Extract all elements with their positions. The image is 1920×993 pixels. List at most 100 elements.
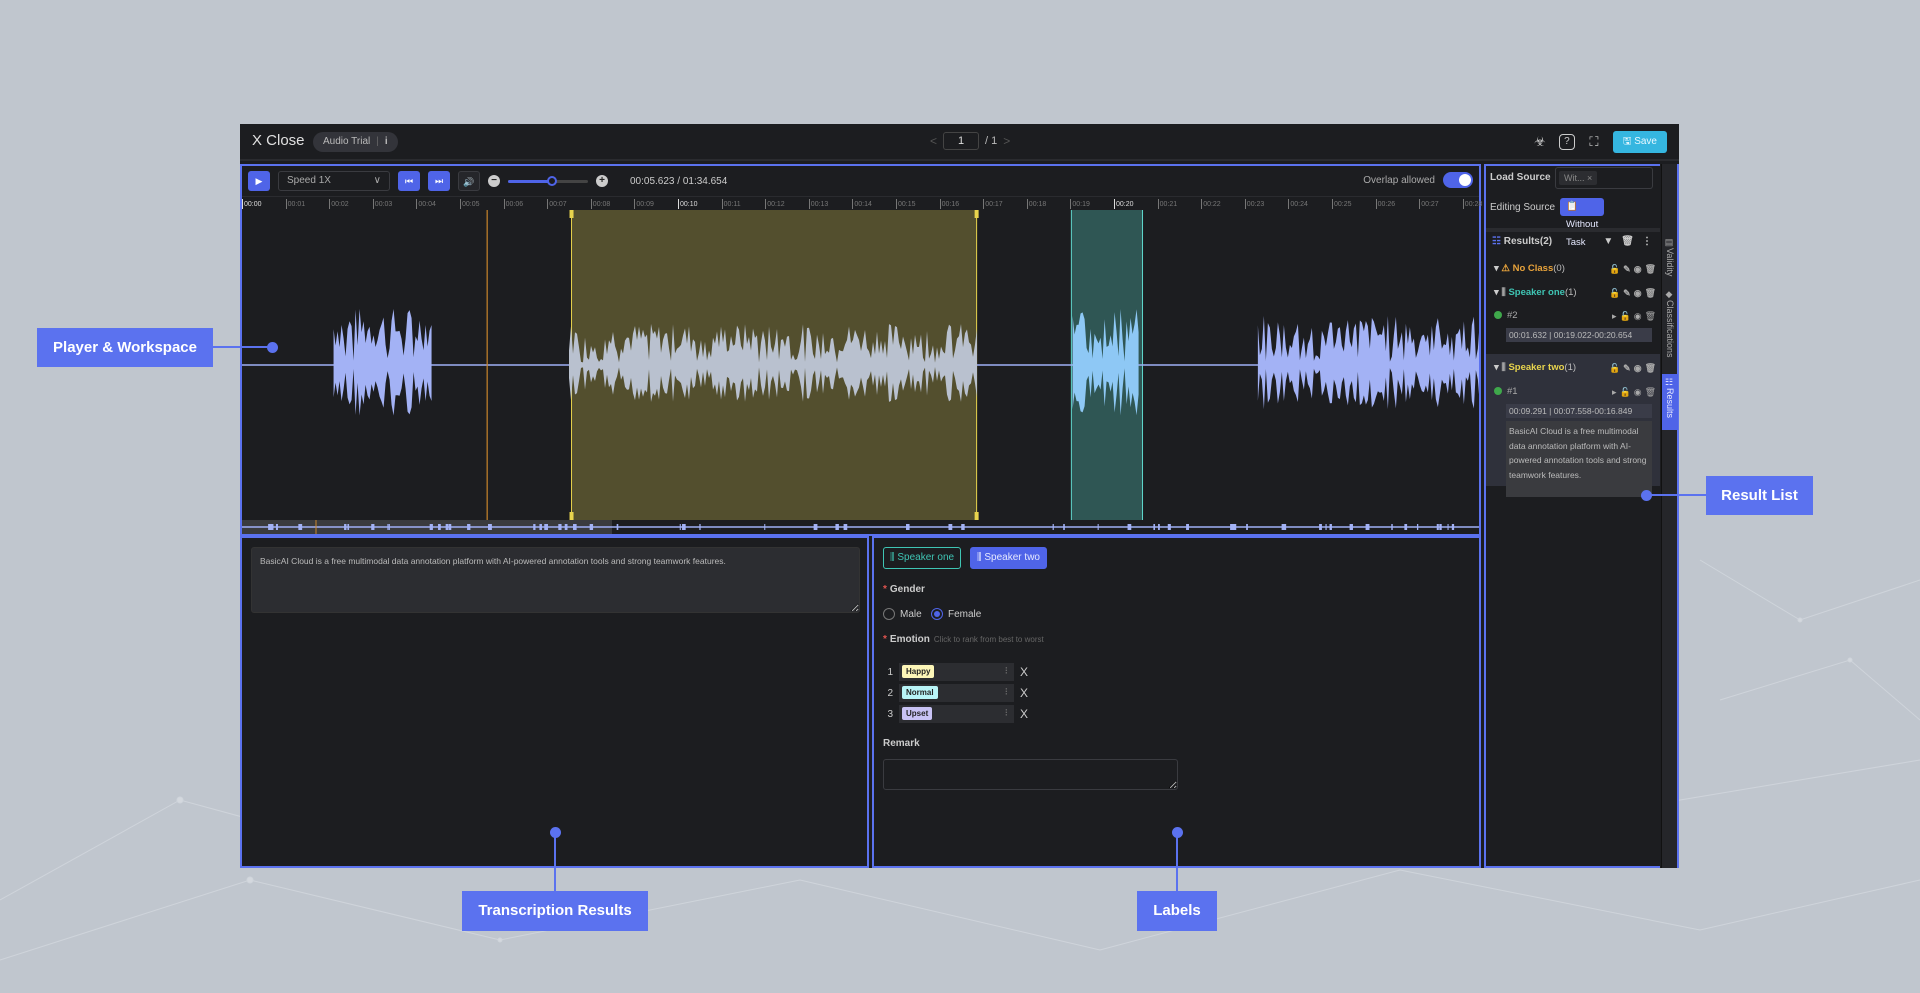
zoom-out-icon[interactable]: − bbox=[488, 175, 500, 187]
play-icon[interactable]: ▸ bbox=[1612, 382, 1617, 402]
overlap-control: Overlap allowed bbox=[1363, 172, 1473, 188]
remove-rank-button[interactable]: X bbox=[1020, 686, 1028, 700]
overview-scrollbar[interactable] bbox=[242, 520, 1479, 534]
ruler-tick: 00:12 bbox=[765, 199, 785, 209]
drag-handle-icon[interactable]: ⠇ bbox=[1004, 687, 1011, 698]
lock-icon[interactable]: 🔓 bbox=[1609, 357, 1620, 379]
warning-icon: ⚠ bbox=[1501, 263, 1510, 274]
group-actions: 🔓 ✎ ◉ 🗑 bbox=[1609, 357, 1656, 379]
more-icon[interactable]: ⋮ bbox=[1642, 232, 1652, 252]
trash-icon[interactable]: 🗑 bbox=[1645, 357, 1656, 379]
speaker-one-chip[interactable]: ⫼ Speaker one bbox=[883, 547, 962, 569]
skip-back-button[interactable]: ⏮ bbox=[398, 171, 420, 191]
remark-textarea[interactable] bbox=[883, 759, 1178, 790]
tab-classifications[interactable]: ◆ Classifications bbox=[1662, 286, 1678, 372]
zoom-in-icon[interactable]: + bbox=[596, 175, 608, 187]
emotion-rank-item[interactable]: 2 Normal ⠇ X bbox=[883, 684, 1028, 702]
volume-button[interactable]: 🔊 bbox=[458, 171, 480, 191]
lock-icon[interactable]: 🔓 bbox=[1609, 258, 1620, 280]
close-button[interactable]: X Close bbox=[252, 132, 305, 149]
ruler-tick: 00:21 bbox=[1157, 199, 1178, 209]
remove-rank-button[interactable]: X bbox=[1020, 665, 1028, 679]
zoom-slider[interactable] bbox=[508, 175, 588, 186]
emotion-tag-happy: Happy bbox=[902, 665, 935, 678]
lock-icon[interactable]: 🔓 bbox=[1609, 282, 1620, 304]
eye-icon[interactable]: ◉ bbox=[1634, 258, 1642, 280]
overview-mark bbox=[298, 524, 303, 530]
group-actions: 🔓 ✎ ◉ 🗑 bbox=[1609, 258, 1656, 280]
player-workspace: ▶ Speed 1X ∨ ⏮ ⏭ 🔊 − + 00:05.623 / 01:34.… bbox=[240, 164, 1482, 536]
emotion-rank-item[interactable]: 3 Upset ⠇ X bbox=[883, 705, 1028, 723]
overview-mark bbox=[679, 524, 681, 530]
editing-source-chip[interactable]: 📋 Without Task bbox=[1560, 198, 1605, 248]
result-item[interactable]: #1 ▸ 🔓 ◉ 🗑 bbox=[1486, 382, 1660, 402]
fullscreen-icon[interactable]: ⛶ bbox=[1585, 133, 1603, 151]
editing-source-label: Editing Source bbox=[1490, 202, 1556, 213]
eye-icon[interactable]: ◉ bbox=[1634, 357, 1642, 379]
result-group-speaker-one[interactable]: ▾ ⫼ Speaker one(1) 🔓 ✎ ◉ 🗑 bbox=[1486, 282, 1660, 304]
page-input[interactable]: 1 bbox=[943, 132, 980, 150]
speed-select[interactable]: Speed 1X ∨ bbox=[278, 171, 390, 191]
trash-icon[interactable]: 🗑 bbox=[1645, 306, 1656, 326]
next-page-icon[interactable]: > bbox=[1003, 134, 1010, 148]
zoom-slider-knob[interactable] bbox=[547, 175, 557, 186]
rank-slot[interactable]: Normal ⠇ bbox=[899, 684, 1014, 702]
drag-handle-icon[interactable]: ⠇ bbox=[1004, 708, 1011, 719]
overview-mark bbox=[948, 524, 953, 530]
audio-trial-badge: Audio Trial | i bbox=[313, 132, 398, 152]
ruler-tick: 00:14 bbox=[852, 199, 872, 209]
waveform-segment bbox=[1257, 315, 1479, 410]
callout-connector bbox=[554, 832, 556, 891]
skip-forward-button[interactable]: ⏭ bbox=[428, 171, 450, 191]
emotion-rank-item[interactable]: 1 Happy ⠇ X bbox=[883, 663, 1028, 681]
prev-page-icon[interactable]: < bbox=[930, 134, 937, 148]
overview-mark bbox=[1158, 524, 1160, 530]
gender-male-radio[interactable]: Male bbox=[883, 608, 922, 620]
speaker-one-label: Speaker one bbox=[897, 552, 955, 563]
eye-icon[interactable]: ◉ bbox=[1634, 382, 1642, 402]
speaker-two-chip[interactable]: ⫼ Speaker two bbox=[970, 547, 1047, 569]
trash-icon[interactable]: 🗑 bbox=[1645, 282, 1656, 304]
overview-mark bbox=[1349, 524, 1353, 530]
drag-handle-icon[interactable]: ⠇ bbox=[1004, 666, 1011, 677]
waveform-canvas[interactable] bbox=[242, 210, 1479, 520]
info-icon[interactable]: i bbox=[385, 136, 388, 147]
rank-slot[interactable]: Happy ⠇ bbox=[899, 663, 1014, 681]
bug-icon[interactable]: ☣ bbox=[1531, 133, 1549, 151]
lock-icon[interactable]: 🔓 bbox=[1619, 382, 1630, 402]
transcription-textarea[interactable]: BasicAI Cloud is a free multimodal data … bbox=[251, 547, 860, 613]
time-ruler[interactable]: 00:00 00:01 00:02 00:03 00:04 00:05 00:06 00:07… bbox=[242, 196, 1482, 210]
ruler-tick: 00:02 bbox=[329, 199, 349, 209]
play-button[interactable]: ▶ bbox=[248, 171, 270, 191]
callout-connector bbox=[1176, 832, 1178, 891]
delete-icon[interactable]: 🗑 bbox=[1621, 232, 1634, 252]
trash-icon[interactable]: 🗑 bbox=[1645, 382, 1656, 402]
result-group-no-class[interactable]: ▾ ⚠ No Class(0) 🔓 ✎ ◉ 🗑 bbox=[1486, 258, 1660, 280]
remove-rank-button[interactable]: X bbox=[1020, 707, 1028, 721]
eye-icon[interactable]: ◉ bbox=[1634, 306, 1642, 326]
tab-validity[interactable]: ▤ Validity bbox=[1662, 234, 1678, 284]
labels-panel: ⫼ Speaker one ⫼ Speaker two * Gender Male… bbox=[872, 536, 1481, 868]
chip-close-icon[interactable]: × bbox=[1587, 173, 1592, 183]
radio-circle bbox=[883, 608, 895, 620]
lock-icon[interactable]: 🔓 bbox=[1619, 306, 1630, 326]
tab-results[interactable]: ☷ Results bbox=[1662, 374, 1678, 430]
filter-icon[interactable]: ▼ bbox=[1603, 232, 1613, 252]
load-source-select[interactable]: Wit... × bbox=[1555, 167, 1653, 189]
edit-icon[interactable]: ✎ bbox=[1623, 282, 1631, 304]
help-icon[interactable]: ? bbox=[1558, 134, 1575, 150]
ruler-tick: 00:09 bbox=[634, 199, 654, 209]
edit-icon[interactable]: ✎ bbox=[1623, 258, 1631, 280]
play-icon[interactable]: ▸ bbox=[1612, 306, 1617, 326]
trash-icon[interactable]: 🗑 bbox=[1645, 258, 1656, 280]
gender-female-radio[interactable]: Female bbox=[931, 608, 981, 620]
save-label: Save bbox=[1634, 136, 1657, 147]
result-group-speaker-two[interactable]: ▾ ⫼ Speaker two(1) 🔓 ✎ ◉ 🗑 bbox=[1486, 357, 1660, 379]
result-item[interactable]: #2 ▸ 🔓 ◉ 🗑 bbox=[1486, 306, 1660, 326]
eye-icon[interactable]: ◉ bbox=[1634, 282, 1642, 304]
rank-slot[interactable]: Upset ⠇ bbox=[899, 705, 1014, 723]
overlap-toggle[interactable] bbox=[1443, 172, 1473, 188]
edit-icon[interactable]: ✎ bbox=[1623, 357, 1631, 379]
ruler-tick: 00:03 bbox=[372, 199, 393, 209]
save-button[interactable]: 🖫 Save bbox=[1612, 131, 1667, 153]
